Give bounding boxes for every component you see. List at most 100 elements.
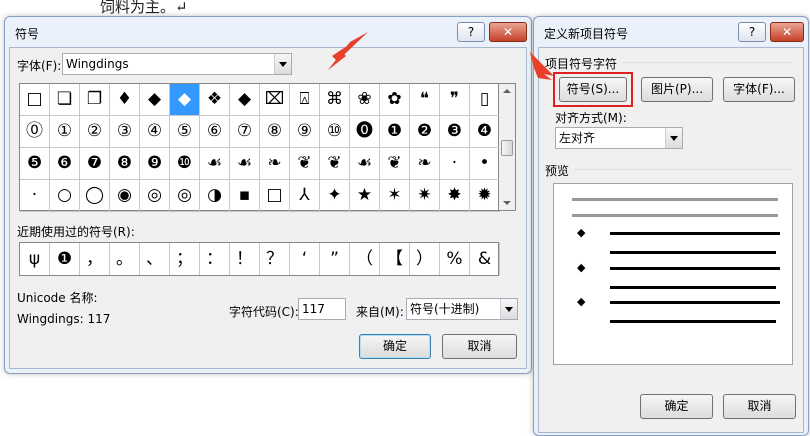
symbol-cell[interactable]: ▪	[230, 180, 260, 212]
close-button[interactable]: ✕	[489, 22, 527, 42]
symbol-cell[interactable]: ②	[80, 116, 110, 148]
symbol-cell[interactable]: ♦	[110, 84, 140, 116]
symbol-cell[interactable]: ☙	[200, 148, 230, 180]
close-button[interactable]: ✕	[770, 22, 804, 42]
recent-symbol-cell[interactable]: ：	[200, 243, 230, 275]
symbol-cell[interactable]: ❝	[410, 84, 440, 116]
symbol-cell[interactable]: ❐	[80, 84, 110, 116]
recent-symbols-row[interactable]: ψ ❶，。、；：！？ ‘” （【）% &	[19, 242, 500, 276]
symbol-cell[interactable]: ✦	[320, 180, 350, 212]
recent-symbol-cell[interactable]: （	[350, 243, 380, 275]
symbol-cell[interactable]: ❦	[320, 148, 350, 180]
symbol-cell[interactable]: ▯	[470, 84, 500, 116]
symbol-cell[interactable]: ⑩	[320, 116, 350, 148]
recent-symbol-cell[interactable]: &	[470, 243, 500, 275]
symbol-cell[interactable]: ❾	[140, 148, 170, 180]
symbol-cell[interactable]: ◎	[140, 180, 170, 212]
symbol-cell[interactable]: ❿	[170, 148, 200, 180]
picture-button[interactable]: 图片(P)...	[641, 77, 713, 102]
symbol-cell[interactable]: ③	[110, 116, 140, 148]
symbol-cell[interactable]: ★	[350, 180, 380, 212]
bullet-cancel-button[interactable]: 取消	[723, 394, 796, 419]
symbol-cell[interactable]: ①	[50, 116, 80, 148]
symbol-cell[interactable]: ✶	[380, 180, 410, 212]
recent-symbol-cell[interactable]: ，	[80, 243, 110, 275]
recent-symbol-cell[interactable]: %	[440, 243, 470, 275]
symbol-cell[interactable]: ❸	[440, 116, 470, 148]
chevron-down-icon[interactable]	[665, 128, 682, 148]
chevron-down-icon[interactable]	[274, 54, 291, 74]
symbol-cell[interactable]: ☙	[230, 148, 260, 180]
symbol-cell[interactable]: ❶	[380, 116, 410, 148]
align-combo[interactable]: 左对齐	[555, 127, 683, 149]
scroll-thumb[interactable]	[501, 140, 513, 156]
scroll-up-icon[interactable]	[503, 89, 511, 93]
symbol-cell[interactable]: ❞	[440, 84, 470, 116]
help-button[interactable]: ?	[738, 22, 766, 42]
symbol-cell[interactable]: ❼	[80, 148, 110, 180]
symbol-cell[interactable]: ·	[20, 180, 50, 212]
symbol-cell[interactable]: ✸	[440, 180, 470, 212]
symbol-cell[interactable]: ☙	[350, 148, 380, 180]
recent-symbol-cell[interactable]: 。	[110, 243, 140, 275]
symbol-cell[interactable]: ❷	[410, 116, 440, 148]
symbol-cell[interactable]: ❦	[290, 148, 320, 180]
symbol-cell[interactable]: ⌘	[320, 84, 350, 116]
char-code-input[interactable]: 117	[298, 298, 346, 320]
help-button[interactable]: ?	[457, 22, 485, 42]
symbol-cell[interactable]: ◯	[80, 180, 110, 212]
symbol-cell[interactable]: ◑	[200, 180, 230, 212]
from-combo[interactable]: 符号(十进制)	[406, 298, 518, 320]
recent-symbol-cell[interactable]: ）	[410, 243, 440, 275]
symbol-grid[interactable]: □ ❏ ❐ ♦ ◆ ◆ ❖ ◆ ⌧ ⍓ ⌘ ❀ ✿ ❝ ❞ ▯ ⓪ ① ② ③ ④ ⑤ ⑥ ⑦ ⑧ ⑨ ⑩ ⓿ ❶ ❷ ❸ ❹ ❺ ❻ ❼ ❽ ❾ ❿ ☙ ☙…	[19, 83, 500, 212]
chevron-down-icon[interactable]	[500, 299, 517, 319]
symbol-cell[interactable]: ·	[440, 148, 470, 180]
symbol-cell[interactable]: ⑤	[170, 116, 200, 148]
symbol-cell[interactable]: ⅄	[290, 180, 320, 212]
symbol-cell[interactable]: ❧	[410, 148, 440, 180]
symbol-cancel-button[interactable]: 取消	[442, 334, 517, 359]
symbol-cell[interactable]: ❀	[350, 84, 380, 116]
symbol-cell[interactable]: ✷	[410, 180, 440, 212]
symbol-cell[interactable]: ⓪	[20, 116, 50, 148]
symbol-cell[interactable]: ⌧	[260, 84, 290, 116]
symbol-cell[interactable]: ⍓	[290, 84, 320, 116]
symbol-cell[interactable]: ○	[50, 180, 80, 212]
font-button[interactable]: 字体(F)...	[723, 77, 795, 102]
symbol-cell[interactable]: ◆	[170, 84, 200, 116]
symbol-cell[interactable]: ◆	[140, 84, 170, 116]
recent-symbol-cell[interactable]: 【	[380, 243, 410, 275]
recent-symbol-cell[interactable]: ！	[230, 243, 260, 275]
symbol-cell[interactable]: ❧	[260, 148, 290, 180]
symbol-cell[interactable]: ⑨	[290, 116, 320, 148]
symbol-cell[interactable]: ⑦	[230, 116, 260, 148]
symbol-cell[interactable]: ✿	[380, 84, 410, 116]
symbol-cell[interactable]: ❦	[380, 148, 410, 180]
symbol-cell[interactable]: ❏	[50, 84, 80, 116]
font-combo[interactable]: Wingdings	[62, 53, 292, 75]
symbol-cell[interactable]: ◉	[110, 180, 140, 212]
symbol-ok-button[interactable]: 确定	[359, 334, 431, 359]
symbol-cell[interactable]: ④	[140, 116, 170, 148]
bullet-ok-button[interactable]: 确定	[640, 394, 713, 419]
recent-symbol-cell[interactable]: ；	[170, 243, 200, 275]
scroll-down-icon[interactable]	[503, 201, 511, 205]
symbol-cell[interactable]: ⓿	[350, 116, 380, 148]
symbol-cell[interactable]: ❖	[200, 84, 230, 116]
symbol-cell[interactable]: □	[20, 84, 50, 116]
recent-symbol-cell[interactable]: ψ	[20, 243, 50, 275]
symbol-cell[interactable]: ⑧	[260, 116, 290, 148]
recent-symbol-cell[interactable]: ”	[320, 243, 350, 275]
symbol-cell[interactable]: ◆	[230, 84, 260, 116]
symbol-cell[interactable]: ❽	[110, 148, 140, 180]
symbol-cell[interactable]: ◎	[170, 180, 200, 212]
recent-symbol-cell[interactable]: ‘	[290, 243, 320, 275]
symbol-cell[interactable]: ❺	[20, 148, 50, 180]
symbol-cell[interactable]: □	[260, 180, 290, 212]
symbol-cell[interactable]: •	[470, 148, 500, 180]
symbol-grid-scrollbar[interactable]	[499, 83, 516, 211]
symbol-cell[interactable]: ⑥	[200, 116, 230, 148]
symbol-cell[interactable]: ✹	[470, 180, 500, 212]
recent-symbol-cell[interactable]: 、	[140, 243, 170, 275]
recent-symbol-cell[interactable]: ？	[260, 243, 290, 275]
